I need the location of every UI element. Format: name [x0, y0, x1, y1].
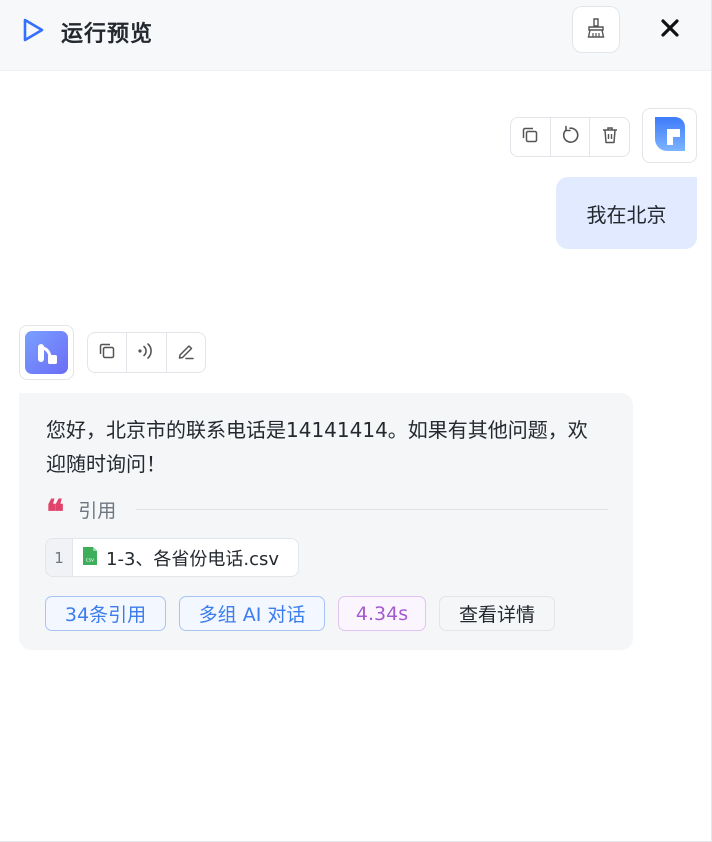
user-message-actions [510, 117, 630, 157]
quote-icon: ❝ [46, 493, 65, 533]
app-logo-icon [653, 115, 687, 157]
ai-bot-icon [25, 331, 68, 374]
divider [136, 508, 608, 510]
retry-icon [560, 125, 580, 149]
close-icon [660, 18, 680, 42]
edit-button[interactable] [167, 333, 205, 372]
user-message-bubble: 我在北京 [556, 177, 697, 249]
page-title: 运行预览 [61, 22, 154, 47]
quote-section-header: ❝ 引用 [46, 496, 608, 530]
response-tags: 34条引用 多组 AI 对话 4.34s 查看详情 [45, 596, 568, 631]
quote-label: 引用 [78, 499, 117, 522]
broom-icon [586, 17, 606, 43]
user-avatar [642, 108, 697, 163]
retry-button[interactable] [551, 118, 591, 156]
csv-file-icon: csv [82, 546, 98, 570]
read-aloud-button[interactable] [127, 333, 167, 372]
copy-icon [97, 341, 117, 365]
svg-text:csv: csv [86, 557, 94, 563]
ai-avatar [19, 325, 74, 380]
citation-item[interactable]: 1 csv 1-3、各省份电话.csv [45, 538, 299, 577]
response-time-tag: 4.34s [338, 596, 426, 631]
delete-button[interactable] [590, 118, 629, 156]
multi-ai-dialog-tag[interactable]: 多组 AI 对话 [179, 596, 325, 631]
citation-file-name: 1-3、各省份电话.csv [106, 548, 280, 570]
copy-button[interactable] [88, 333, 128, 372]
ai-message-text: 您好，北京市的联系电话是14141414。如果有其他问题，欢迎随时询问！ [46, 418, 588, 476]
clear-chat-button[interactable] [572, 6, 620, 53]
edit-icon [176, 341, 196, 365]
copy-button[interactable] [511, 118, 551, 156]
citation-index: 1 [46, 539, 73, 576]
copy-icon [520, 125, 540, 149]
ai-message-bubble: 您好，北京市的联系电话是14141414。如果有其他问题，欢迎随时询问！ ❝ 引… [19, 393, 633, 650]
preview-header: 运行预览 [0, 0, 711, 71]
close-button[interactable] [652, 12, 688, 48]
speaker-icon [136, 341, 156, 365]
play-icon [20, 17, 46, 43]
citations-count-tag[interactable]: 34条引用 [45, 596, 166, 631]
preview-panel: 运行预览 我在北京 您好，北京市的联系电话是14141414。如果有其他问题，欢… [0, 0, 712, 842]
view-details-button[interactable]: 查看详情 [439, 596, 555, 631]
delete-icon [600, 125, 620, 149]
user-message-text: 我在北京 [586, 202, 667, 227]
ai-message-actions [87, 332, 206, 373]
